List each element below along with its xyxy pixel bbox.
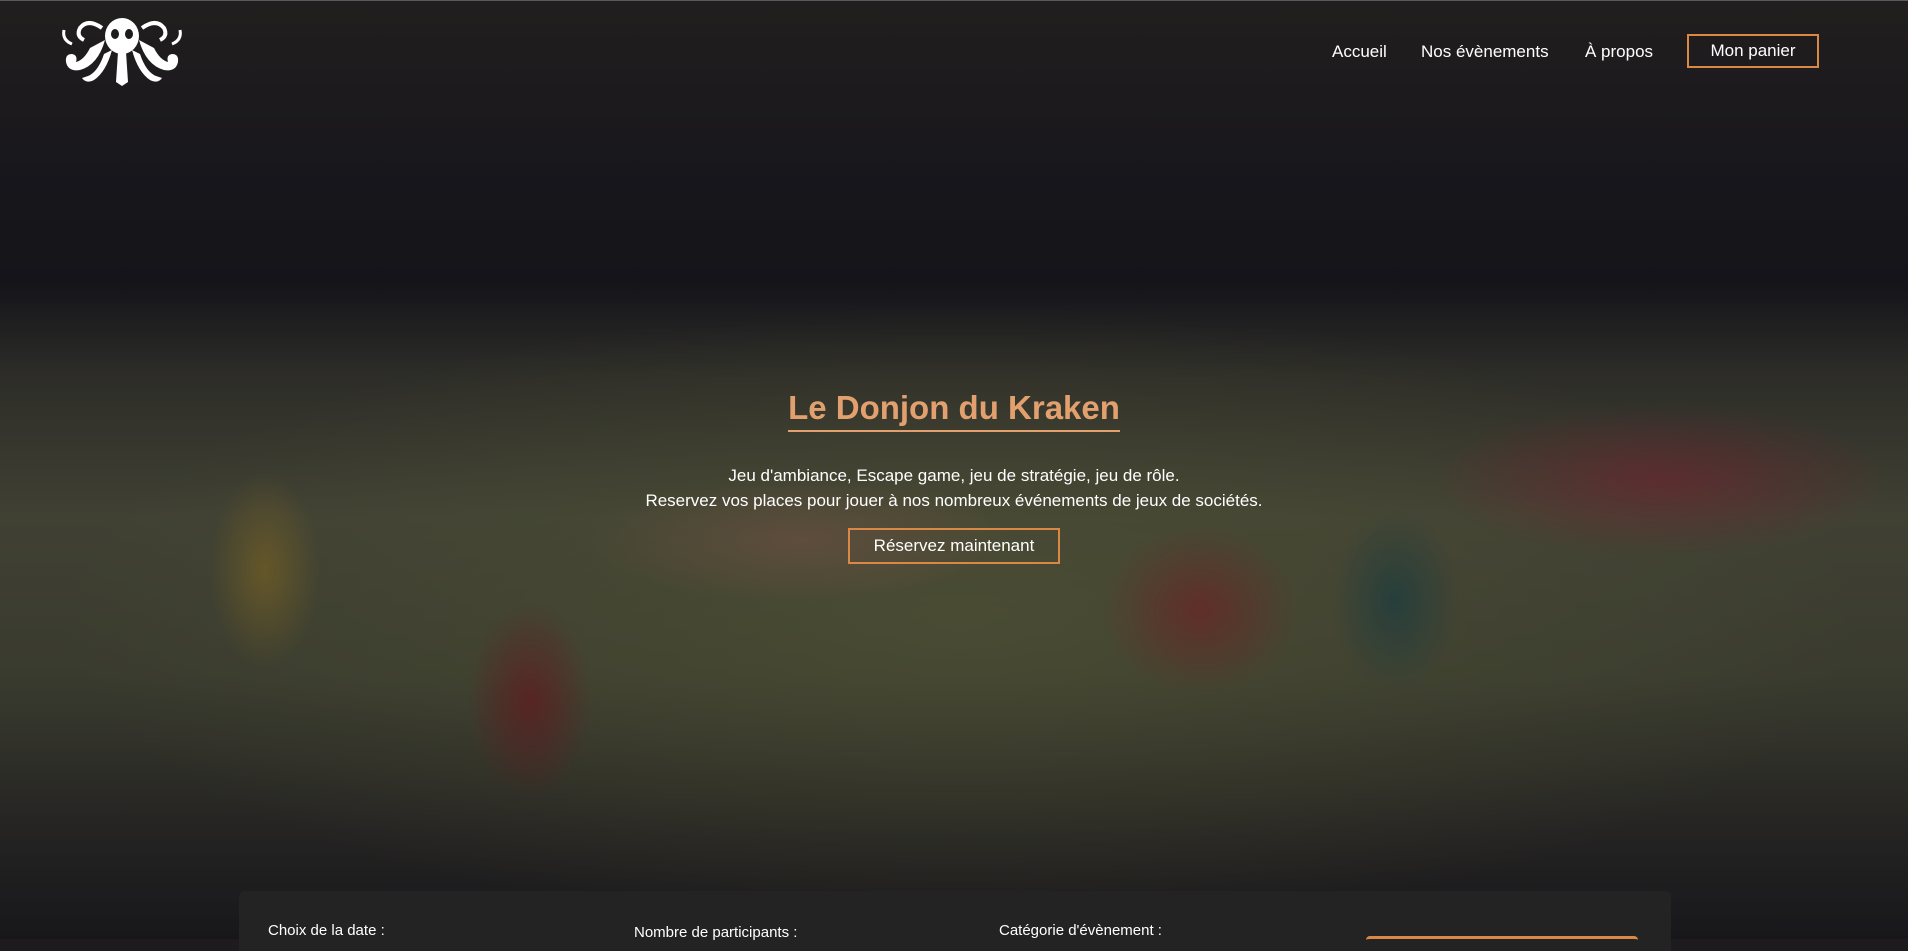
kraken-logo-icon[interactable]	[58, 10, 186, 88]
hero-title: Le Donjon du Kraken	[0, 388, 1908, 432]
participants-label: Nombre de participants :	[634, 924, 798, 941]
hero-tagline: Jeu d'ambiance, Escape game, jeu de stra…	[728, 466, 1180, 485]
top-divider	[0, 0, 1908, 1]
search-button[interactable]	[1366, 936, 1638, 951]
hero-title-text: Le Donjon du Kraken	[788, 388, 1120, 432]
nav-link-accueil[interactable]: Accueil	[1332, 42, 1387, 62]
cart-button[interactable]: Mon panier	[1687, 34, 1819, 68]
hero-description: Reservez vos places pour jouer à nos nom…	[645, 491, 1263, 510]
nav-link-a-propos[interactable]: À propos	[1585, 42, 1653, 62]
date-label: Choix de la date :	[268, 922, 385, 939]
reserve-now-button[interactable]: Réservez maintenant	[848, 528, 1060, 564]
category-label: Catégorie d'évènement :	[999, 922, 1162, 939]
nav-link-evenements[interactable]: Nos évènements	[1421, 42, 1549, 62]
